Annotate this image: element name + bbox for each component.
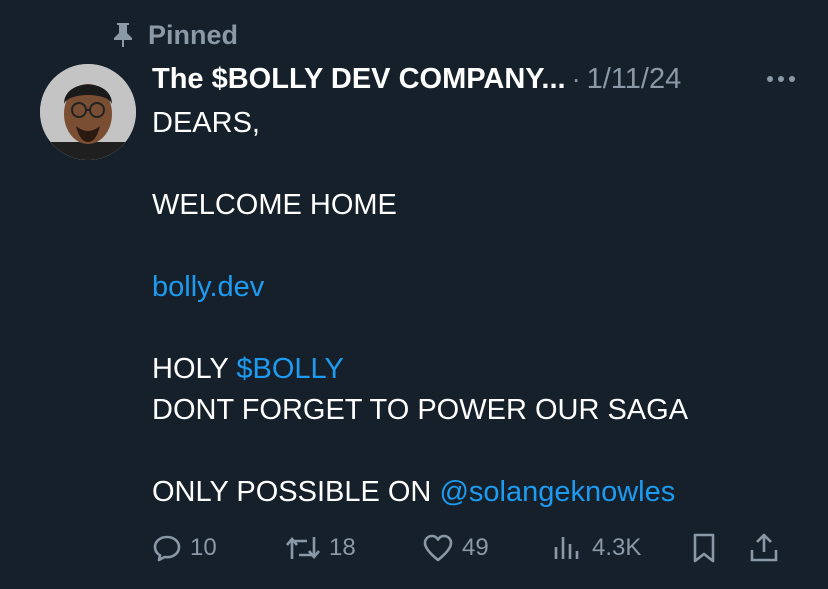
reply-button[interactable]: 10 <box>152 528 217 568</box>
pinned-label: Pinned <box>148 19 239 50</box>
reply-icon <box>152 533 182 563</box>
share-icon <box>748 532 780 564</box>
author-name[interactable]: The $BOLLY DEV COMPANY... <box>152 63 566 96</box>
like-button[interactable]: 49 <box>422 528 489 568</box>
post-date[interactable]: 1/11/24 <box>587 63 682 96</box>
views-count: 4.3K <box>592 534 642 561</box>
body-line-greeting: DEARS, <box>152 107 260 139</box>
reply-count: 10 <box>190 534 217 561</box>
bookmark-button[interactable] <box>690 528 718 568</box>
more-options-icon[interactable] <box>764 68 798 90</box>
meta-separator: · <box>571 63 581 94</box>
repost-count: 18 <box>329 534 356 561</box>
body-line-holy: HOLY $BOLLY <box>152 349 802 390</box>
repost-icon <box>285 533 321 563</box>
body-line-link: bolly.dev <box>152 267 802 308</box>
views-icon <box>552 533 584 563</box>
repost-button[interactable]: 18 <box>285 528 356 568</box>
body-line-welcome: WELCOME HOME <box>152 189 397 221</box>
post-body: DEARS, WELCOME HOME bolly.dev HOLY $BOLL… <box>152 103 802 513</box>
only-text: ONLY POSSIBLE ON <box>152 476 440 508</box>
heart-icon <box>422 533 454 563</box>
body-line-only: ONLY POSSIBLE ON @solangeknowles <box>152 472 802 513</box>
like-count: 49 <box>462 534 489 561</box>
mention-link[interactable]: @solangeknowles <box>439 476 675 508</box>
website-link[interactable]: bolly.dev <box>152 271 264 303</box>
post-header: The $BOLLY DEV COMPANY... · 1/11/24 <box>152 58 798 100</box>
avatar[interactable] <box>40 64 136 160</box>
share-button[interactable] <box>748 528 780 568</box>
pin-icon <box>112 22 134 48</box>
action-bar: 10 18 49 4.3K <box>152 528 792 568</box>
holy-text: HOLY <box>152 353 237 385</box>
cashtag-link[interactable]: $BOLLY <box>236 353 343 385</box>
views-button[interactable]: 4.3K <box>552 528 641 568</box>
bookmark-icon <box>690 532 718 564</box>
pinned-indicator: Pinned <box>112 18 238 52</box>
body-line-saga: DONT FORGET TO POWER OUR SAGA <box>152 394 689 426</box>
